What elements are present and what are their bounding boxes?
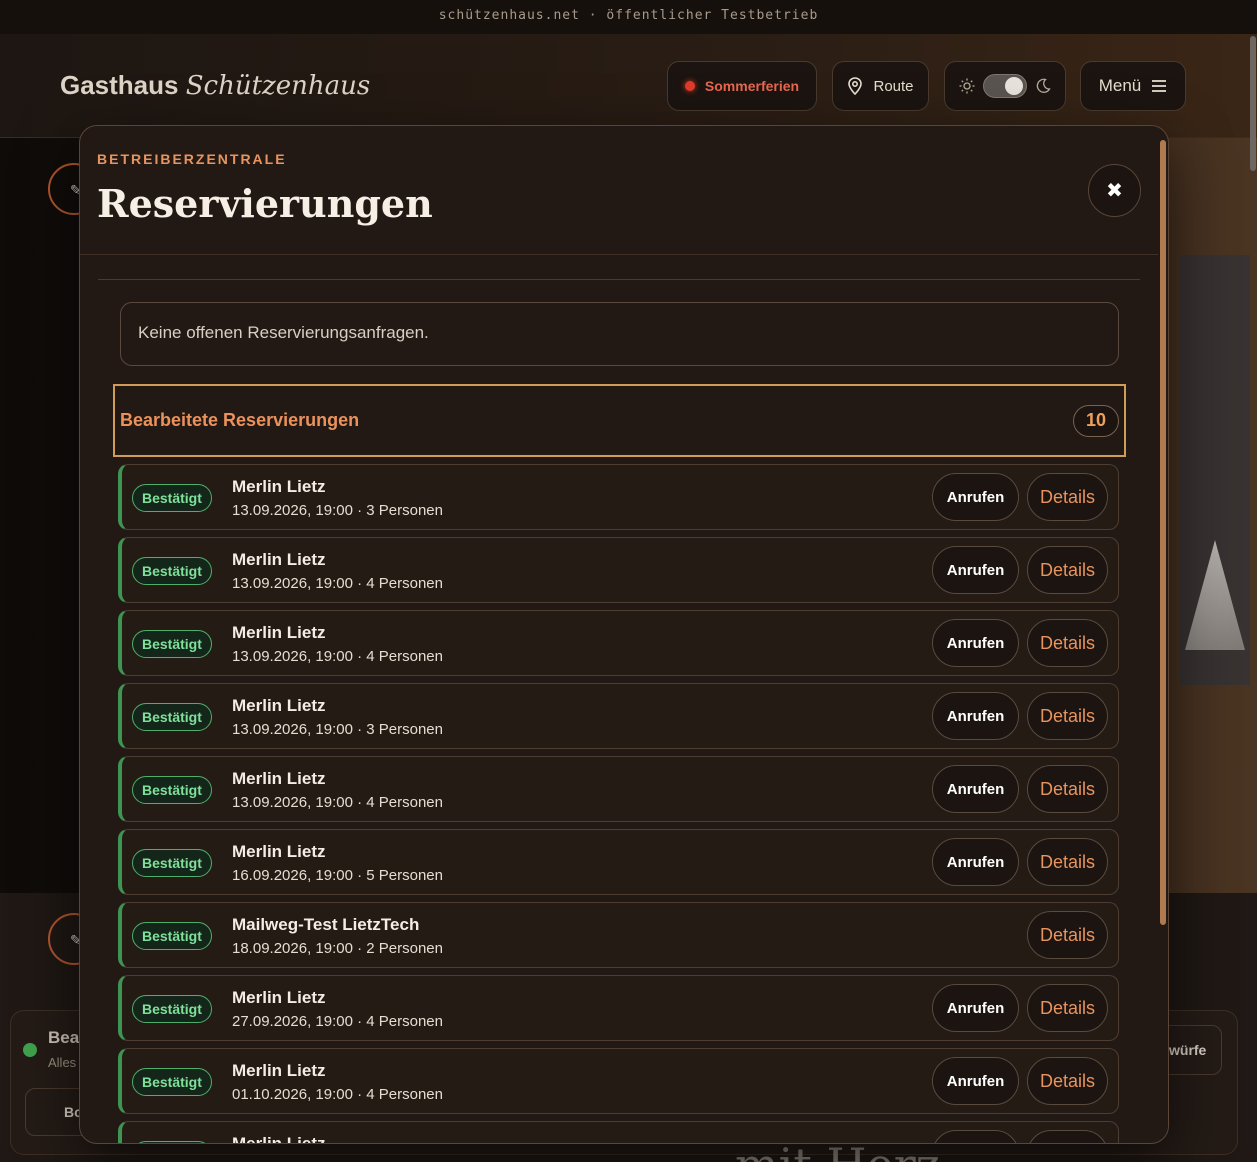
reservations-modal: BETREIBERZENTRALE Reservierungen ✖ Keine… xyxy=(79,125,1169,1144)
bg-card-title: Bea xyxy=(48,1028,80,1047)
status-badge: Bestätigt xyxy=(132,922,212,950)
section-title: Bearbeitete Reservierungen xyxy=(120,410,360,430)
reservation-meta: 16.09.2026, 19:00 · 5 Personen xyxy=(232,867,443,884)
route-label: Route xyxy=(873,77,914,95)
call-button[interactable]: Anrufen xyxy=(932,619,1019,667)
reservation-meta: 27.09.2026, 19:00 · 4 Personen xyxy=(232,1013,443,1030)
open-requests-empty: Keine offenen Reservierungsanfragen. xyxy=(120,302,1119,366)
guest-name: Merlin Lietz xyxy=(232,696,326,715)
page-scrollbar[interactable] xyxy=(1250,36,1256,171)
call-button[interactable]: Anrufen xyxy=(932,1130,1019,1143)
reservation-meta: 13.09.2026, 19:00 · 4 Personen xyxy=(232,794,443,811)
theme-switch[interactable] xyxy=(944,61,1066,111)
sun-icon xyxy=(959,78,975,94)
status-badge: Bestätigt xyxy=(132,703,212,731)
site-header: Gasthaus Schützenhaus Sommerferien Route… xyxy=(0,34,1257,138)
details-button[interactable]: Details xyxy=(1027,765,1108,813)
drafts-button[interactable]: würfe xyxy=(1160,1025,1222,1075)
status-dot xyxy=(23,1043,37,1057)
guest-name: Merlin Lietz xyxy=(232,842,326,861)
status-badge: Bestätigt xyxy=(132,776,212,804)
details-button[interactable]: Details xyxy=(1027,619,1108,667)
modal-scrollbar[interactable] xyxy=(1158,140,1168,1140)
reservation-meta: 13.09.2026, 19:00 · 4 Personen xyxy=(232,648,443,665)
reservation-item[interactable]: Bestätigt Mailweg-Test LietzTech 18.09.202… xyxy=(118,902,1119,968)
drafts-button-label: würfe xyxy=(1169,1042,1207,1058)
bg-card-subtitle: Alles xyxy=(48,1055,77,1070)
call-button[interactable]: Anrufen xyxy=(932,838,1019,886)
guest-name: Merlin Lietz xyxy=(232,1134,326,1144)
reservation-item[interactable]: Bestätigt Merlin Lietz 01.10.2026, 19:00 ·… xyxy=(118,1048,1119,1114)
close-icon: ✖ xyxy=(1106,180,1123,202)
guest-name: Merlin Lietz xyxy=(232,769,326,788)
call-button[interactable]: Anrufen xyxy=(932,473,1019,521)
reservation-item[interactable]: Bestätigt Merlin Lietz 16.09.2026, 19:00 ·… xyxy=(118,829,1119,895)
menu-label: Menü xyxy=(1098,76,1142,95)
red-dot-icon xyxy=(684,81,695,91)
test-banner: schützenhaus.net · öffentlicher Testbetr… xyxy=(0,0,1257,34)
details-button[interactable]: Details xyxy=(1027,1057,1108,1105)
reservation-list: Bestätigt Merlin Lietz 13.09.2026, 19:00 ·… xyxy=(118,457,1119,1144)
status-badge: Bestätigt xyxy=(132,557,212,585)
details-button[interactable]: Details xyxy=(1027,473,1108,521)
details-button[interactable]: Details xyxy=(1027,1130,1108,1143)
brand-plain: Gasthaus xyxy=(60,70,179,100)
details-button[interactable]: Details xyxy=(1027,911,1108,959)
call-button[interactable]: Anrufen xyxy=(932,765,1019,813)
content-divider xyxy=(98,279,1140,280)
reservation-item[interactable]: Bestätigt Merlin Lietz Anrufen Details xyxy=(118,1121,1119,1144)
reservation-item[interactable]: Bestätigt Merlin Lietz 27.09.2026, 19:00 ·… xyxy=(118,975,1119,1041)
call-button[interactable]: Anrufen xyxy=(932,984,1019,1032)
guest-name: Merlin Lietz xyxy=(232,477,326,496)
holiday-label: Sommerferien xyxy=(704,78,800,94)
modal-title: Reservierungen xyxy=(97,181,433,226)
reservation-item[interactable]: Bestätigt Merlin Lietz 13.09.2026, 19:00 ·… xyxy=(118,537,1119,603)
reservation-meta: 18.09.2026, 19:00 · 2 Personen xyxy=(232,940,443,957)
reservation-item[interactable]: Bestätigt Merlin Lietz 13.09.2026, 19:00 ·… xyxy=(118,610,1119,676)
guest-name: Merlin Lietz xyxy=(232,988,326,1007)
toggle-knob xyxy=(1005,77,1023,95)
processed-section-header[interactable]: Bearbeitete Reservierungen 10 xyxy=(113,384,1126,457)
guest-name: Merlin Lietz xyxy=(232,1061,326,1080)
site-brand[interactable]: Gasthaus Schützenhaus xyxy=(60,70,370,101)
status-badge: Bestätigt xyxy=(132,849,212,877)
reservation-meta: 13.09.2026, 19:00 · 3 Personen xyxy=(232,502,443,519)
status-badge: Bestätigt xyxy=(132,484,212,512)
reservation-meta: 13.09.2026, 19:00 · 4 Personen xyxy=(232,575,443,592)
status-badge: Bestätigt xyxy=(132,1068,212,1096)
status-badge: Bestätigt xyxy=(132,1141,212,1143)
call-button[interactable]: Anrufen xyxy=(932,546,1019,594)
status-badge: Bestätigt xyxy=(132,995,212,1023)
map-pin-icon xyxy=(848,77,863,95)
call-button[interactable]: Anrufen xyxy=(932,1057,1019,1105)
reservation-meta: 01.10.2026, 19:00 · 4 Personen xyxy=(232,1086,443,1103)
route-button[interactable]: Route xyxy=(832,61,929,111)
guest-name: Mailweg-Test LietzTech xyxy=(232,915,420,934)
status-badge: Bestätigt xyxy=(132,630,212,658)
moon-icon xyxy=(1036,78,1051,93)
hamburger-icon xyxy=(1152,80,1167,92)
reservation-item[interactable]: Bestätigt Merlin Lietz 13.09.2026, 19:00 ·… xyxy=(118,683,1119,749)
reservation-item[interactable]: Bestätigt Merlin Lietz 13.09.2026, 19:00 ·… xyxy=(118,464,1119,530)
modal-kicker: BETREIBERZENTRALE xyxy=(97,151,287,167)
reservation-item[interactable]: Bestätigt Merlin Lietz 13.09.2026, 19:00 ·… xyxy=(118,756,1119,822)
holiday-status-button[interactable]: Sommerferien xyxy=(667,61,817,111)
scrollbar-thumb[interactable] xyxy=(1160,140,1166,925)
details-button[interactable]: Details xyxy=(1027,984,1108,1032)
guest-name: Merlin Lietz xyxy=(232,550,326,569)
close-button[interactable]: ✖ xyxy=(1088,164,1141,217)
modal-divider xyxy=(80,254,1158,255)
theme-toggle[interactable] xyxy=(983,74,1027,98)
guest-name: Merlin Lietz xyxy=(232,623,326,642)
brand-script: Schützenhaus xyxy=(185,71,371,101)
details-button[interactable]: Details xyxy=(1027,546,1108,594)
details-button[interactable]: Details xyxy=(1027,692,1108,740)
menu-button[interactable]: Menü xyxy=(1080,61,1186,111)
call-button[interactable]: Anrufen xyxy=(932,692,1019,740)
count-badge: 10 xyxy=(1073,404,1119,437)
details-button[interactable]: Details xyxy=(1027,838,1108,886)
reservation-meta: 13.09.2026, 19:00 · 3 Personen xyxy=(232,721,443,738)
